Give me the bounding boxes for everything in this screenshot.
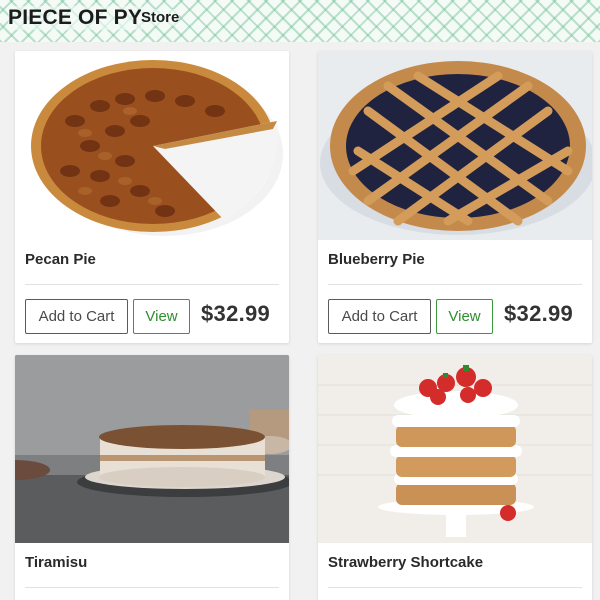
add-to-cart-button[interactable]: Add to Cart [328,299,431,334]
view-button[interactable]: View [133,299,190,334]
product-image-pecan-pie[interactable] [15,51,289,240]
product-card-strawberry-shortcake: Strawberry Shortcake [318,355,592,600]
product-title[interactable]: Blueberry Pie [328,251,425,268]
card-divider [328,587,582,588]
product-card-tiramisu: Tiramisu [15,355,289,600]
product-price: $32.99 [201,301,271,326]
brand-logo[interactable]: PIECE OF PY [8,6,143,30]
product-title[interactable]: Pecan Pie [25,251,96,268]
product-card-blueberry-pie: Blueberry Pie Add to Cart View $32.99 [318,51,592,343]
product-title[interactable]: Strawberry Shortcake [328,554,483,571]
add-to-cart-button[interactable]: Add to Cart [25,299,128,334]
view-button[interactable]: View [436,299,493,334]
product-card-pecan-pie: Pecan Pie Add to Cart View $32.99 [15,51,289,343]
card-divider [25,587,279,588]
product-price: $32.99 [504,301,574,326]
product-image-strawberry-shortcake[interactable] [318,355,592,543]
card-divider [328,284,582,285]
site-header: PIECE OF PY Store [0,0,600,42]
product-image-blueberry-pie[interactable] [318,51,592,240]
product-image-tiramisu[interactable] [15,355,289,543]
product-title[interactable]: Tiramisu [25,554,87,571]
card-divider [25,284,279,285]
nav-store-link[interactable]: Store [141,9,180,26]
